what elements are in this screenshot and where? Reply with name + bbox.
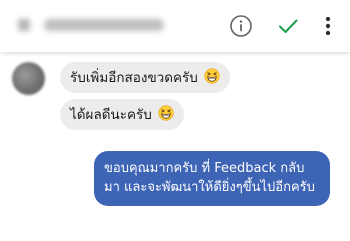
incoming-message[interactable]: ได้ผลดีนะครับ bbox=[60, 99, 185, 130]
incoming-message[interactable]: รับเพิ่มอีกสองขวดครับ bbox=[60, 62, 231, 93]
outgoing-message[interactable]: ขอบคุณมากครับ ที่ Feedback กลับมา และจะพ… bbox=[94, 151, 330, 206]
message-text: ได้ผลดีนะครับ bbox=[70, 107, 152, 123]
grinning-squinting-face-icon bbox=[204, 68, 220, 84]
message-thread: รับเพิ่มอีกสองขวดครับ ได้ผลดีนะครับ ขอบค… bbox=[0, 52, 350, 241]
info-button[interactable] bbox=[227, 12, 255, 40]
blurred-conversation-title bbox=[18, 12, 164, 38]
more-vertical-icon bbox=[325, 16, 331, 36]
top-app-bar bbox=[0, 0, 350, 52]
contact-avatar[interactable] bbox=[12, 62, 45, 95]
back-arrow-icon[interactable] bbox=[18, 19, 30, 31]
more-options-button[interactable] bbox=[314, 12, 342, 40]
mark-done-button[interactable] bbox=[274, 12, 302, 40]
info-circle-icon bbox=[230, 15, 252, 37]
grinning-squinting-face-icon bbox=[158, 105, 174, 121]
contact-name-redacted bbox=[44, 19, 164, 31]
message-text: ขอบคุณมากครับ ที่ Feedback กลับมา และจะพ… bbox=[104, 161, 315, 195]
message-text: รับเพิ่มอีกสองขวดครับ bbox=[70, 70, 198, 86]
check-icon bbox=[279, 19, 298, 33]
